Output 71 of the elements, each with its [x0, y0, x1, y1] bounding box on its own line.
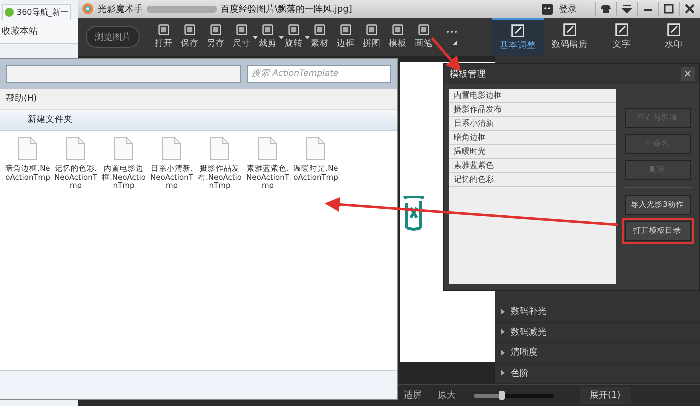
close-button[interactable]: ×: [681, 67, 695, 81]
zoom-slider[interactable]: [474, 394, 554, 398]
document-icon: [162, 137, 182, 161]
toolbar-button[interactable]: 模板: [386, 24, 410, 50]
panel-tab[interactable]: 数码暗房: [544, 18, 596, 56]
toolbar-button[interactable]: 素材: [308, 24, 332, 50]
panel-item[interactable]: 清晰度: [495, 343, 700, 364]
bookmark-link[interactable]: 收藏本站: [2, 27, 38, 37]
toolbar-button[interactable]: 保存: [178, 24, 202, 50]
calligraphy-drawing: [402, 196, 426, 232]
image-tool-icon: [314, 24, 326, 36]
address-field[interactable]: [6, 65, 241, 83]
image-tool-icon: [262, 24, 274, 36]
toolbar-button[interactable]: 边框: [334, 24, 358, 50]
toolbar-button[interactable]: 画笔: [412, 24, 436, 50]
toolbar-button[interactable]: 裁剪: [256, 24, 280, 50]
login-button[interactable]: 登录: [557, 2, 591, 16]
toolbar-button[interactable]: 另存: [204, 24, 228, 50]
image-tool-icon: [288, 24, 300, 36]
expand-arrow-icon: [501, 329, 505, 336]
image-tool-icon: [392, 24, 404, 36]
expand-arrow-icon: [501, 370, 505, 376]
fit-screen-button[interactable]: 适屏: [404, 389, 422, 402]
image-tool-icon: [184, 24, 196, 36]
toolbar-button[interactable]: 拼图: [360, 24, 384, 50]
dialog-title: 模板管理: [450, 68, 486, 80]
panel-item[interactable]: 数码减光: [495, 322, 700, 343]
globe-icon: [5, 8, 14, 17]
browser-tab[interactable]: 360导航_新一: [2, 4, 72, 20]
panel-tab[interactable]: 水印: [648, 18, 700, 56]
blurred-path: [147, 6, 217, 12]
template-item[interactable]: 日系小清新: [449, 117, 616, 131]
app-logo-icon: [82, 3, 94, 15]
image-tool-icon: [158, 24, 170, 36]
help-menu[interactable]: 帮助(H): [6, 94, 38, 104]
toolbar-button[interactable]: 旋转: [282, 24, 306, 50]
panel-tab[interactable]: 基本调整: [492, 18, 544, 56]
document-icon: [258, 137, 278, 161]
document-icon: [306, 137, 326, 161]
template-item[interactable]: 摄影作品发布: [449, 103, 616, 117]
new-folder-button[interactable]: 新建文件夹: [22, 113, 79, 127]
tab-icon: [511, 24, 525, 38]
expand-button[interactable]: 展开(1): [580, 387, 631, 404]
panel-tab[interactable]: 文字: [596, 18, 648, 56]
template-item[interactable]: 暗角边框: [449, 131, 616, 145]
template-item[interactable]: 内置电影边框: [449, 89, 616, 103]
panel-item[interactable]: 数码补光: [495, 302, 700, 322]
expand-arrow-icon: [501, 350, 505, 356]
toolbar-button[interactable]: 尺寸: [230, 24, 254, 50]
template-item[interactable]: 记忆的色彩: [449, 173, 616, 187]
tab-icon: [667, 23, 681, 37]
browse-images-button[interactable]: 浏览图片: [86, 26, 140, 48]
document-icon: [18, 137, 38, 161]
image-tool-icon: [418, 24, 430, 36]
expand-arrow-icon: [501, 308, 505, 315]
image-tool-icon: [366, 24, 378, 36]
tab-icon: [615, 23, 629, 37]
template-item[interactable]: 温暖时光: [449, 145, 616, 159]
image-tool-icon: [236, 24, 248, 36]
image-tool-icon: [210, 24, 222, 36]
document-icon: [210, 137, 230, 161]
app-title: 光影魔术手: [98, 4, 143, 16]
document-icon: [114, 137, 134, 161]
toolbar-button[interactable]: 打开: [152, 24, 176, 50]
original-size-button[interactable]: 原大: [438, 389, 456, 402]
file-title: 百度经验图片\飘落的一阵风.jpg]: [221, 4, 352, 16]
document-icon: [66, 137, 86, 161]
image-tool-icon: [340, 24, 352, 36]
user-icon: [542, 4, 553, 14]
tab-icon: [563, 23, 577, 37]
template-item[interactable]: 素雅蓝紫色: [449, 159, 616, 173]
